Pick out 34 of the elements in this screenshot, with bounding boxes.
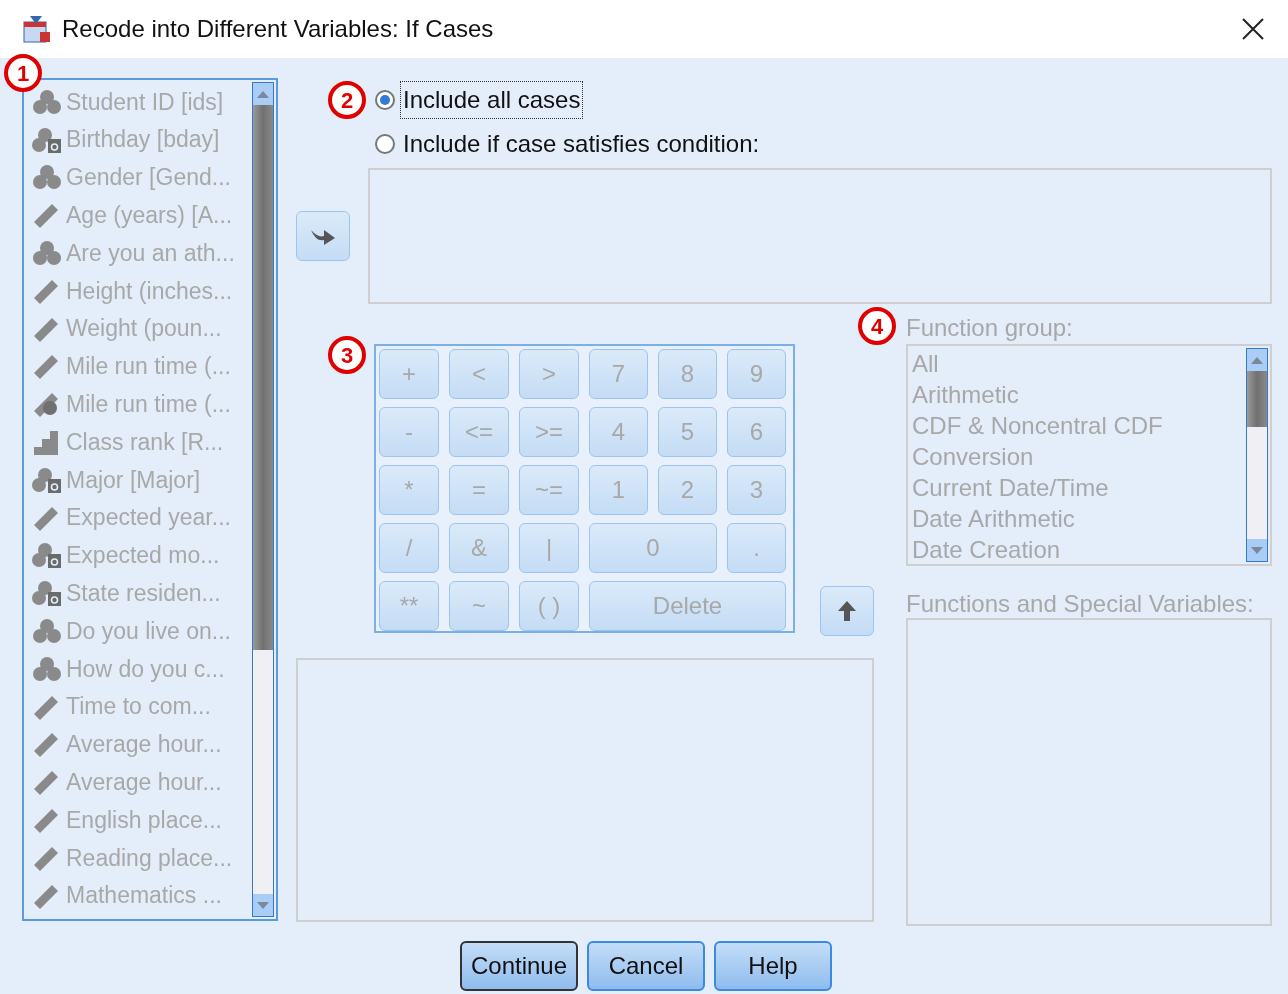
step-number-badge: 2 <box>328 81 366 119</box>
circles-letter-icon <box>32 466 62 493</box>
step-number-badge: 4 <box>858 307 896 345</box>
three-circles-icon <box>32 164 62 191</box>
circles-letter-icon <box>32 580 62 607</box>
dialog-button[interactable]: Cancel <box>587 941 705 991</box>
functions-label: Functions and Special Variables: <box>906 589 1255 618</box>
step-number-badge: 1 <box>4 54 42 92</box>
three-circles-icon <box>32 240 62 267</box>
caret-up-icon <box>1251 356 1263 364</box>
three-circles-icon <box>32 618 62 645</box>
circles-letter-icon <box>32 542 62 569</box>
move-right-button[interactable] <box>296 211 350 261</box>
arrow-up-icon <box>837 600 857 622</box>
radio-button[interactable] <box>375 90 395 110</box>
function-group-label: Function group: <box>906 313 1073 343</box>
three-circles-icon <box>32 88 62 115</box>
radio-button[interactable] <box>375 134 395 154</box>
step-number-badge: 3 <box>328 336 366 374</box>
dialog-button[interactable]: Help <box>714 941 832 991</box>
caret-down-icon <box>1251 546 1263 554</box>
condition-field[interactable] <box>368 168 1272 304</box>
circles-letter-icon <box>32 126 62 153</box>
caret-down-icon <box>257 901 269 909</box>
move-up-button[interactable] <box>820 586 874 636</box>
radio-label[interactable]: Include if case satisfies condition: <box>401 126 762 162</box>
window-title: Recode into Different Variables: If Cases <box>62 14 495 44</box>
three-circles-icon <box>32 655 62 682</box>
radio-label[interactable]: Include all cases <box>401 82 583 118</box>
app-icon <box>22 14 52 44</box>
close-icon <box>1241 17 1265 41</box>
caret-up-icon <box>257 90 269 98</box>
expression-field[interactable] <box>296 658 874 922</box>
dialog-button[interactable]: Continue <box>460 941 578 991</box>
